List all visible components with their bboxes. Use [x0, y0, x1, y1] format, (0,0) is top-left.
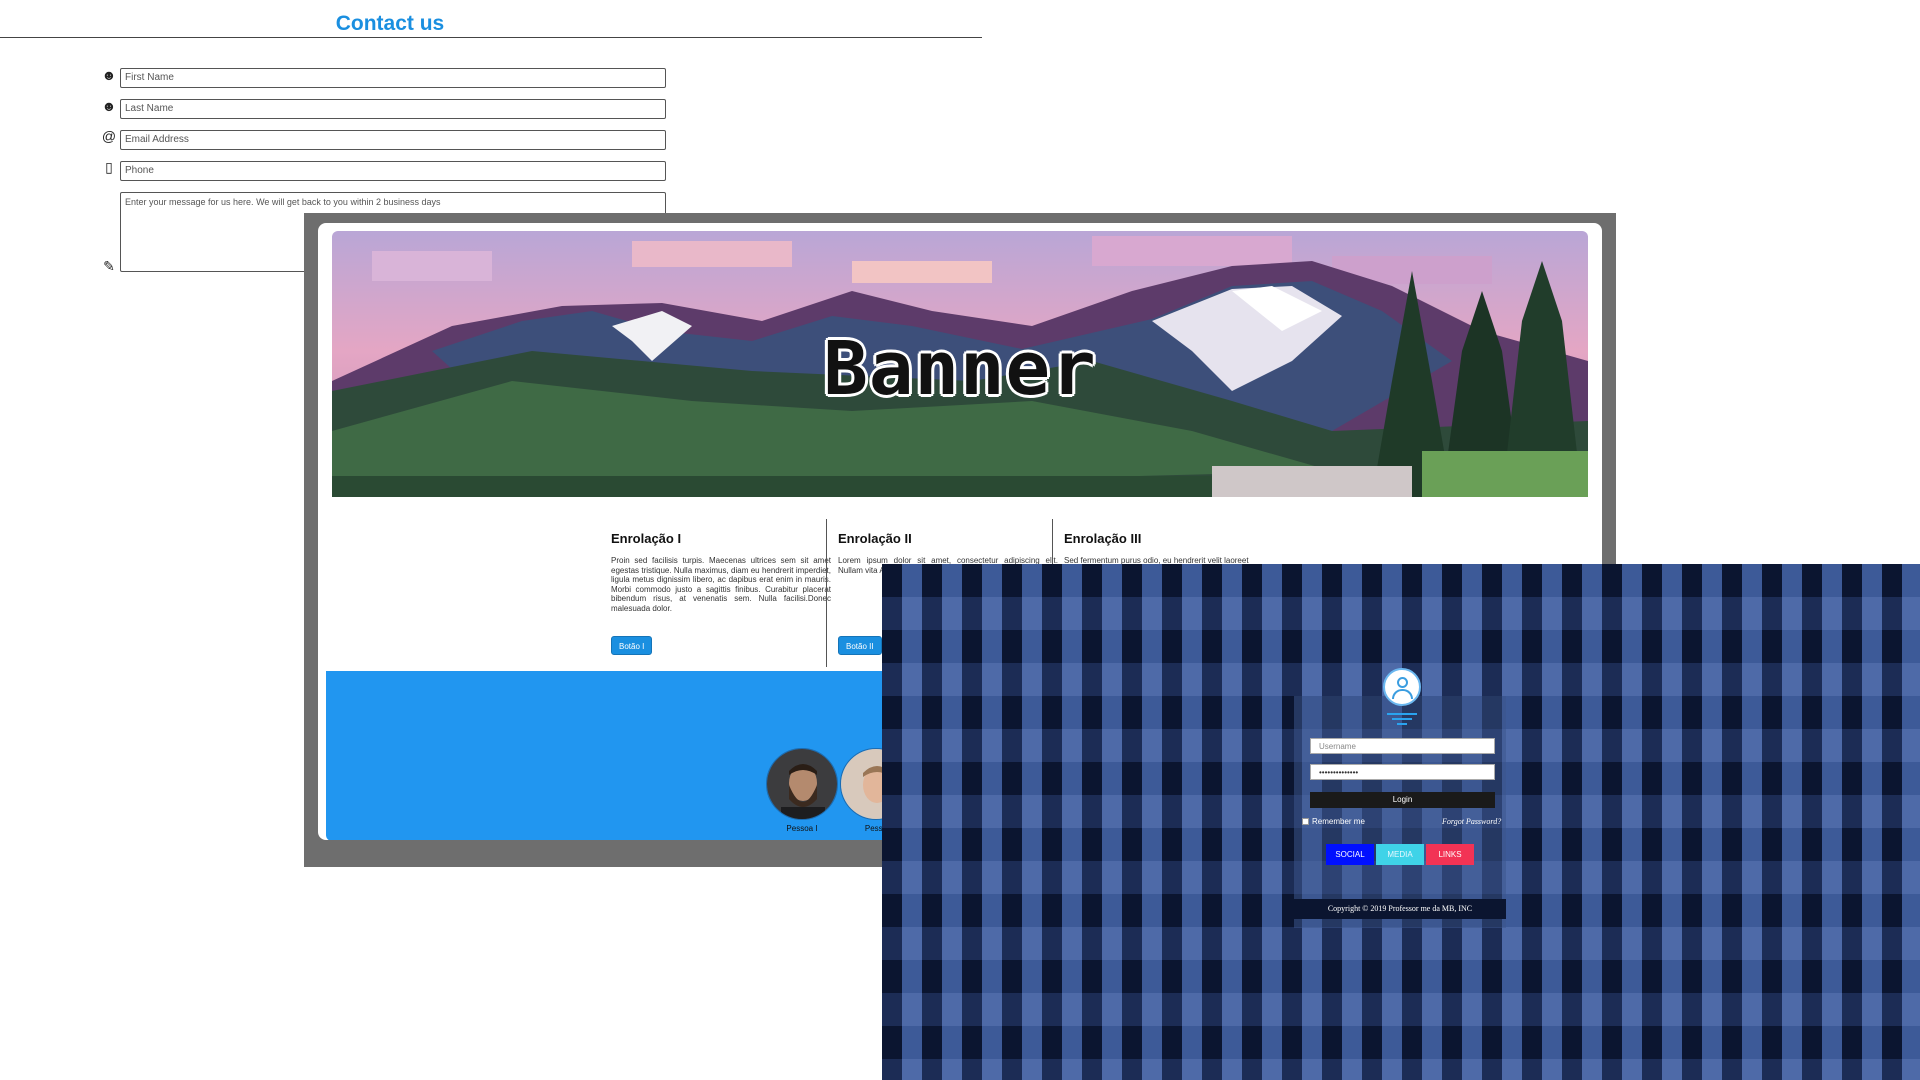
email-field[interactable]: Email Address — [120, 130, 666, 150]
remember-me[interactable]: Remember me — [1302, 817, 1365, 826]
media-button[interactable]: MEDIA — [1376, 844, 1424, 865]
column-title: Enrolação III — [1064, 531, 1142, 546]
phone-icon: ▯ — [105, 159, 113, 175]
password-input[interactable]: •••••••••••••• — [1310, 764, 1495, 780]
column-title: Enrolação I — [611, 531, 682, 546]
person-icon: ☻ — [101, 67, 117, 83]
bearded-man-photo — [767, 749, 837, 819]
column-text: Proin sed facilisis turpis. Maecenas ult… — [611, 556, 831, 613]
banner-image: Banner — [332, 231, 1588, 497]
avatar — [766, 748, 838, 820]
forgot-password-link[interactable]: Forgot Password? — [1442, 817, 1501, 826]
login-panel — [1294, 696, 1506, 928]
pencil-icon: ✎ — [103, 258, 115, 274]
remember-checkbox[interactable] — [1302, 818, 1309, 825]
column-1: Enrolação I Proin sed facilisis turpis. … — [611, 513, 831, 663]
last-name-field[interactable]: Last Name — [120, 99, 666, 119]
botao-2-button[interactable]: Botão II — [838, 636, 882, 655]
social-button[interactable]: SOCIAL — [1326, 844, 1374, 865]
contact-divider — [0, 37, 982, 38]
login-button[interactable]: Login — [1310, 792, 1495, 808]
username-input[interactable]: Username — [1310, 738, 1495, 754]
login-window: Username •••••••••••••• Login Remember m… — [882, 564, 1920, 1080]
first-name-field[interactable]: First Name — [120, 68, 666, 88]
remember-label: Remember me — [1312, 817, 1365, 826]
person-name: Pessoa I — [786, 824, 818, 833]
column-divider — [826, 519, 827, 667]
at-icon: @ — [101, 128, 117, 144]
menu-bars-icon — [1387, 713, 1417, 728]
user-icon — [1383, 668, 1421, 706]
contact-title: Contact us — [335, 12, 445, 35]
botao-1-button[interactable]: Botão I — [611, 636, 653, 655]
person-icon: ☻ — [101, 98, 117, 114]
person-card: Pessoa I — [766, 748, 838, 833]
links-button[interactable]: LINKS — [1426, 844, 1474, 865]
copyright-text: Copyright © 2019 Professor me da MB, INC — [1294, 899, 1506, 919]
phone-field[interactable]: Phone — [120, 161, 666, 181]
banner-title: Banner — [823, 326, 1097, 412]
column-title: Enrolação II — [838, 531, 912, 546]
